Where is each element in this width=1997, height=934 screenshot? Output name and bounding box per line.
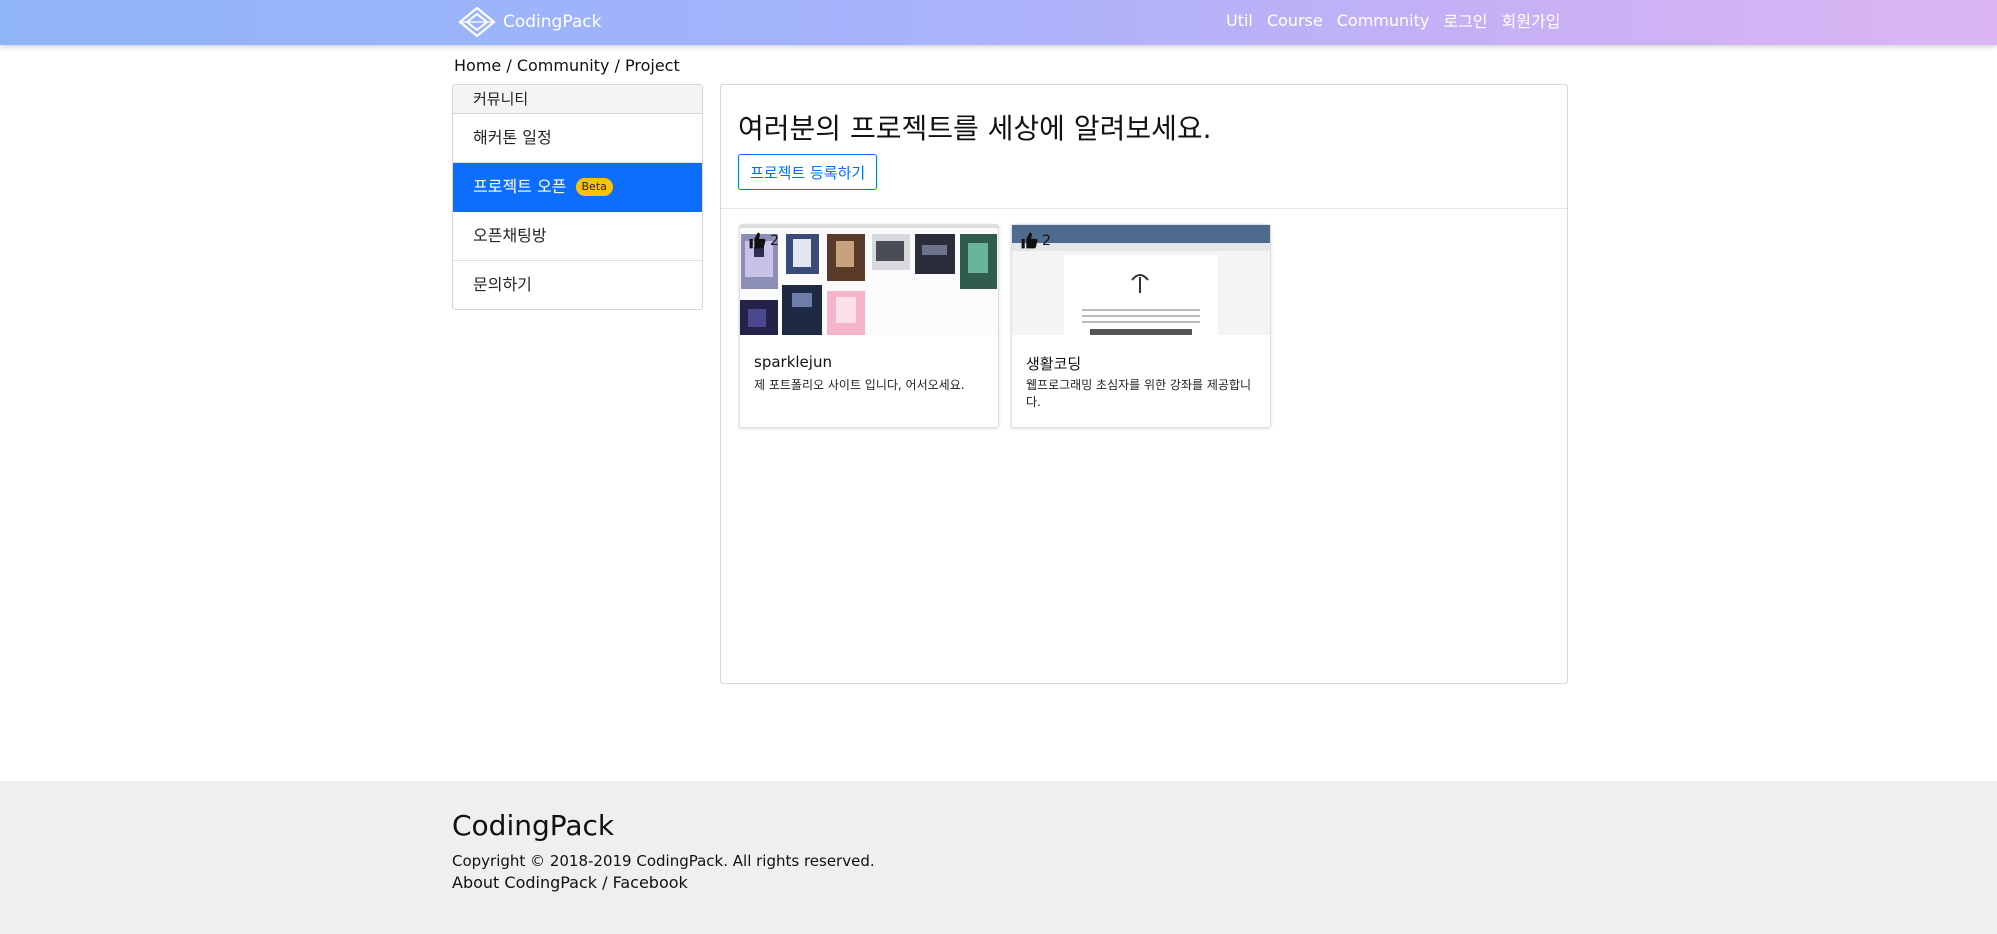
footer-link-facebook[interactable]: Facebook xyxy=(613,873,688,892)
nav-link-util[interactable]: Util xyxy=(1226,11,1253,30)
footer-link-about[interactable]: About CodingPack xyxy=(452,873,597,892)
nav-link-community[interactable]: Community xyxy=(1337,11,1430,30)
project-thumbnail: 2 xyxy=(740,225,998,335)
breadcrumb-project: Project xyxy=(624,56,680,75)
footer-links: About CodingPack / Facebook xyxy=(452,873,688,892)
sidebar-item-label: 프로젝트 오픈 xyxy=(473,177,567,196)
project-panel: 여러분의 프로젝트를 세상에 알려보세요. 프로젝트 등록하기 2 sparkl… xyxy=(720,84,1568,684)
register-project-button[interactable]: 프로젝트 등록하기 xyxy=(738,154,878,190)
breadcrumb-separator: / xyxy=(609,56,625,75)
project-thumbnail: 2 xyxy=(1012,225,1270,335)
sidebar-item-open-chat[interactable]: 오픈채팅방 xyxy=(453,212,702,261)
nav-link-course[interactable]: Course xyxy=(1267,11,1323,30)
like-count[interactable]: 2 xyxy=(1020,231,1051,250)
project-card[interactable]: 2 sparklejun 제 포트폴리오 사이트 입니다, 어서오세요. xyxy=(739,224,999,428)
thumbs-up-icon xyxy=(749,232,766,249)
community-sidebar: 커뮤니티 해커톤 일정 프로젝트 오픈 Beta 오픈채팅방 문의하기 xyxy=(452,84,703,310)
like-count[interactable]: 2 xyxy=(748,231,779,250)
sidebar-item-hackathon[interactable]: 해커톤 일정 xyxy=(453,114,702,163)
project-description: 웹프로그래밍 초심자를 위한 강좌를 제공합니다. xyxy=(1026,378,1252,409)
sidebar-header: 커뮤니티 xyxy=(453,85,702,114)
sidebar-item-label: 문의하기 xyxy=(473,275,532,294)
project-title: 생활코딩 xyxy=(1026,355,1082,373)
nav-menu: Util Course Community 로그인 회원가입 xyxy=(1226,0,1574,40)
like-number: 2 xyxy=(1042,232,1051,249)
breadcrumb-community[interactable]: Community xyxy=(517,56,610,75)
like-number: 2 xyxy=(770,232,779,249)
project-title: sparklejun xyxy=(754,353,832,371)
diamond-logo-icon xyxy=(458,6,496,38)
breadcrumb-separator: / xyxy=(501,56,517,75)
sidebar-item-label: 오픈채팅방 xyxy=(473,226,547,245)
project-card[interactable]: 2 생활코딩 웹프로그래밍 초심자를 위한 강좌를 제공합니다. xyxy=(1011,224,1271,428)
footer-copyright: Copyright © 2018-2019 CodingPack. All ri… xyxy=(452,852,875,870)
sidebar-item-label: 해커톤 일정 xyxy=(473,128,552,147)
breadcrumb: Home / Community / Project xyxy=(454,56,680,75)
brand-link[interactable]: CodingPack xyxy=(457,5,601,39)
page-title: 여러분의 프로젝트를 세상에 알려보세요. xyxy=(738,112,1212,145)
thumbs-up-icon xyxy=(1021,232,1038,249)
footer-link-separator: / xyxy=(597,873,613,892)
footer: CodingPack Copyright © 2018-2019 CodingP… xyxy=(0,781,1997,934)
divider xyxy=(721,208,1567,209)
nav-link-login[interactable]: 로그인 xyxy=(1443,8,1487,32)
top-navbar: CodingPack Util Course Community 로그인 회원가… xyxy=(0,0,1997,45)
footer-brand: CodingPack xyxy=(452,809,615,842)
nav-link-signup[interactable]: 회원가입 xyxy=(1502,8,1561,32)
sidebar-item-project-open[interactable]: 프로젝트 오픈 Beta xyxy=(453,163,702,212)
beta-badge: Beta xyxy=(575,178,613,196)
brand-name: CodingPack xyxy=(503,12,602,32)
breadcrumb-home[interactable]: Home xyxy=(454,56,501,75)
project-description: 제 포트폴리오 사이트 입니다, 어서오세요. xyxy=(754,378,965,392)
sidebar-item-contact[interactable]: 문의하기 xyxy=(453,261,702,309)
